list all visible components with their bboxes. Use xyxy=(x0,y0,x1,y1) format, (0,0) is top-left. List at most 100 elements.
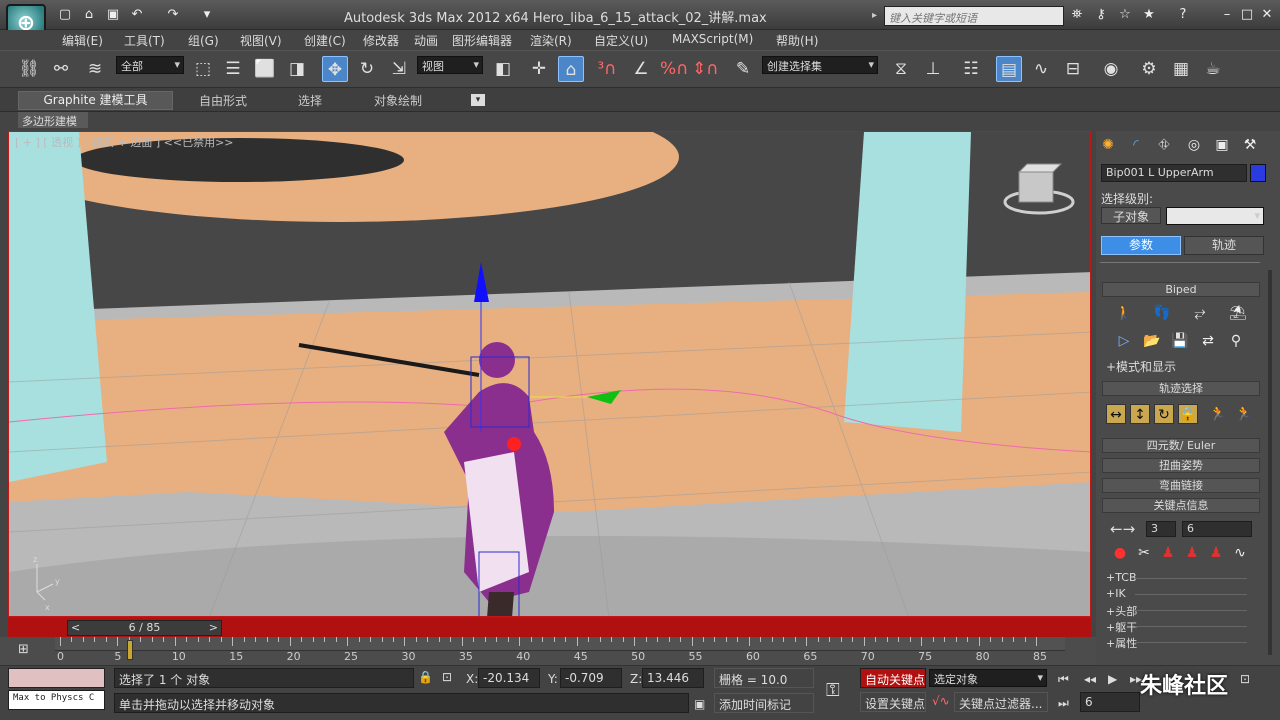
tab-object-paint[interactable]: 对象绘制 xyxy=(374,92,422,109)
convert-icon[interactable]: ⇄ xyxy=(1198,331,1218,351)
percent-snap-icon[interactable]: %∩ xyxy=(660,56,689,82)
window-crossing-icon[interactable]: ◨ xyxy=(284,56,310,82)
rollout-quaternion[interactable]: 四元数/ Euler xyxy=(1102,438,1260,453)
parameters-tab[interactable]: 参数 xyxy=(1101,236,1181,255)
key-mode-dropdown[interactable]: 选定对象 xyxy=(929,669,1047,687)
binoculars-icon[interactable]: ⛯ xyxy=(1068,6,1086,24)
panel-scrollbar[interactable] xyxy=(1268,270,1272,655)
play-icon[interactable]: ▶ xyxy=(1108,672,1117,686)
key-mode-toggle-icon[interactable]: ⏭ xyxy=(1058,696,1069,711)
rendered-frame-icon[interactable]: ▦ xyxy=(1168,56,1194,82)
load-file-icon[interactable]: 📂 xyxy=(1142,331,1162,351)
modify-tab-icon[interactable]: ◜ xyxy=(1126,135,1146,155)
perspective-viewport[interactable]: z y x [ + ] [ 透视 ] [ 真实 + 边面 ] <<已禁用>> xyxy=(8,131,1091,617)
create-tab-icon[interactable]: ✺ xyxy=(1098,135,1118,155)
rollout-bend-links[interactable]: 弯曲链接 xyxy=(1102,478,1260,493)
footstep-mode-icon[interactable]: 👣 xyxy=(1152,303,1172,323)
tab-selection[interactable]: 选择 xyxy=(298,92,322,109)
spinner-snap-icon[interactable]: ⇕∩ xyxy=(692,56,719,82)
unlink-icon[interactable]: ⚯ xyxy=(48,56,74,82)
set-key-button[interactable]: 设置关键点 xyxy=(860,692,926,712)
key-icon[interactable]: ⚷ xyxy=(1092,6,1110,24)
tab-freeform[interactable]: 自由形式 xyxy=(199,92,247,109)
sliding-key-icon[interactable]: ♟ xyxy=(1182,543,1202,563)
y-coord-field[interactable]: -0.709 xyxy=(560,668,622,688)
sub-object-dropdown[interactable] xyxy=(1166,207,1264,225)
undo-icon[interactable]: ↶ xyxy=(128,6,146,24)
current-frame-field[interactable]: 6 xyxy=(1080,692,1140,712)
auto-key-button[interactable]: 自动关键点 xyxy=(860,668,926,688)
curve-editor-icon[interactable]: ∿ xyxy=(1028,56,1054,82)
tab-graphite[interactable]: Graphite 建模工具 xyxy=(18,91,173,110)
mirror-icon[interactable]: ⧖ xyxy=(888,56,914,82)
next-frame-icon[interactable]: > xyxy=(209,621,218,635)
move-all-mode-icon[interactable]: ⚲ xyxy=(1226,331,1246,351)
material-editor-icon[interactable]: ◉ xyxy=(1098,56,1124,82)
x-coord-field[interactable]: -20.134 xyxy=(478,668,540,688)
set-key-icon[interactable]: ⚿ xyxy=(826,680,840,701)
planted-key-icon[interactable]: ♟ xyxy=(1158,543,1178,563)
track-bar[interactable]: ⊞ 0 5 10 15 20 25 30 35 40 45 50 55 60 65 70 75 80 85 xyxy=(0,637,1096,665)
pivot-center-icon[interactable]: ◧ xyxy=(490,56,516,82)
open-file-icon[interactable]: ⌂ xyxy=(80,6,98,24)
prev-next-key-icon[interactable]: ←→ xyxy=(1110,520,1135,538)
minimize-icon[interactable]: – xyxy=(1218,6,1236,24)
trajectories-tab[interactable]: 轨迹 xyxy=(1184,236,1264,255)
search-input[interactable]: 键入关键字或短语 xyxy=(884,6,1064,26)
named-selection-dropdown[interactable]: 创建选择集 xyxy=(762,56,878,74)
select-scale-icon[interactable]: ⇲ xyxy=(386,56,412,82)
viewport-label[interactable]: [ + ] [ 透视 ] [ 真实 + 边面 ] <<已禁用>> xyxy=(15,134,234,150)
link-icon[interactable]: ⛓ xyxy=(16,56,42,82)
lock-com-icon[interactable]: 🔒 xyxy=(1178,404,1198,424)
absolute-mode-icon[interactable]: ⊡ xyxy=(442,670,452,684)
goto-start-icon[interactable]: ⏮ xyxy=(1058,672,1069,687)
menu-tools[interactable]: 工具(T) xyxy=(124,32,165,49)
object-color-swatch[interactable] xyxy=(1250,164,1266,182)
time-tag-icon[interactable]: ▣ xyxy=(694,697,705,711)
biped-playback-icon[interactable]: ▷ xyxy=(1114,331,1134,351)
set-key-red-icon[interactable]: ● xyxy=(1110,543,1130,563)
key-filter-icon[interactable]: √∿ xyxy=(932,694,950,708)
menu-maxscript[interactable]: MAXScript(M) xyxy=(672,32,753,46)
graphite-toggle-icon[interactable]: ▤ xyxy=(996,56,1022,82)
opposite-icon[interactable]: 🏃 xyxy=(1234,404,1254,424)
rollout-tcb[interactable]: +TCB xyxy=(1106,571,1137,584)
utilities-tab-icon[interactable]: ⚒ xyxy=(1240,135,1260,155)
maxscript-listener-pink[interactable] xyxy=(8,668,105,688)
maximize-icon[interactable]: □ xyxy=(1238,6,1256,24)
menu-modifiers[interactable]: 修改器 xyxy=(363,32,399,49)
angle-snap-icon[interactable]: ∠ xyxy=(628,56,654,82)
select-move-icon[interactable]: ✥ xyxy=(322,56,348,82)
maxscript-mini-listener[interactable]: Max to Physcs C xyxy=(8,690,105,710)
curve-icon[interactable]: ∿ xyxy=(1230,543,1250,563)
align-icon[interactable]: ⊥ xyxy=(920,56,946,82)
save-file-icon[interactable]: 💾 xyxy=(1170,331,1190,351)
menu-animation[interactable]: 动画 xyxy=(414,32,438,49)
bind-spacewarp-icon[interactable]: ≋ xyxy=(82,56,108,82)
qa-dropdown-icon[interactable]: ▾ xyxy=(198,6,216,24)
rollout-body[interactable]: +躯干 xyxy=(1106,619,1137,635)
ref-coord-dropdown[interactable]: 视图 xyxy=(417,56,483,74)
favorites-icon[interactable]: ☆ xyxy=(1116,6,1134,24)
key-number-field[interactable]: 3 xyxy=(1146,521,1176,537)
rollout-biped[interactable]: Biped xyxy=(1102,282,1260,297)
hierarchy-tab-icon[interactable]: ⛗ xyxy=(1154,135,1174,155)
sub-object-button[interactable]: 子对象 xyxy=(1101,207,1161,224)
rollout-ik[interactable]: +IK xyxy=(1106,587,1126,600)
menu-create[interactable]: 创建(C) xyxy=(304,32,346,49)
rollout-twist-poses[interactable]: 扭曲姿势 xyxy=(1102,458,1260,473)
star-icon[interactable]: ★ xyxy=(1140,6,1158,24)
render-setup-icon[interactable]: ⚙ xyxy=(1136,56,1162,82)
time-config-icon[interactable]: ⊡ xyxy=(1240,672,1250,686)
rect-selection-icon[interactable]: ⬜ xyxy=(252,56,278,82)
motion-flow-icon[interactable]: ⥂ xyxy=(1190,303,1210,323)
search-expand-icon[interactable]: ▸ xyxy=(872,10,877,21)
subtab-polygon-modeling[interactable]: 多边形建模 xyxy=(18,112,88,128)
new-file-icon[interactable]: ▢ xyxy=(56,6,74,24)
menu-graph-editors[interactable]: 图形编辑器 xyxy=(452,32,512,49)
free-key-icon[interactable]: ♟ xyxy=(1206,543,1226,563)
schematic-view-icon[interactable]: ⊟ xyxy=(1060,56,1086,82)
close-icon[interactable]: ✕ xyxy=(1258,6,1276,24)
keyboard-shortcut-icon[interactable]: ⌂ xyxy=(558,56,584,82)
manipulate-icon[interactable]: ✛ xyxy=(526,56,552,82)
